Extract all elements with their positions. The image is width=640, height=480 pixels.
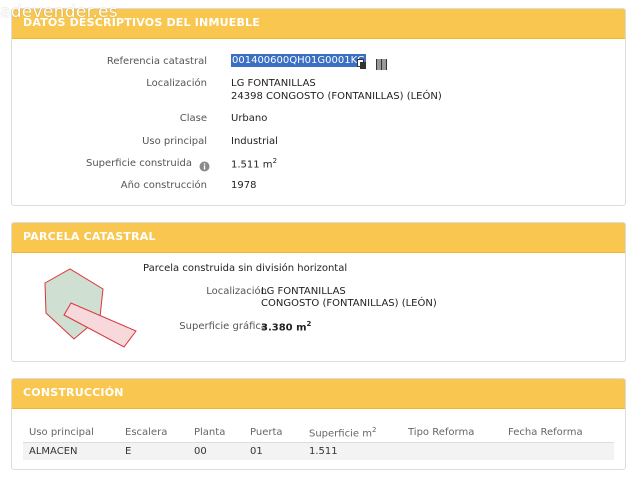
anio-construccion-value: 1978 [231,180,257,191]
cell-escalera: E [119,442,188,460]
col-uso-principal: Uso principal [23,423,119,443]
construccion-header-row: Uso principal Escalera Planta Puerta Sup… [23,423,614,443]
cell-superficie: 1.511 [303,442,402,460]
parcela-localizacion-line1: LG FONTANILLAS [261,286,346,297]
cell-tipo-reforma [402,442,502,460]
cell-fecha-reforma [502,442,614,460]
cell-planta: 00 [188,442,244,460]
col-escalera: Escalera [119,423,188,443]
parcela-catastral-title: PARCELA CATASTRAL [12,223,625,253]
info-icon[interactable] [199,157,210,172]
superficie-grafica-unit-sup: 2 [306,320,312,328]
construccion-title: CONSTRUCCIÓN [12,379,625,409]
localizacion-label: Localización [146,78,207,89]
parcela-localizacion-label: Localización [206,286,267,297]
barcode-icon[interactable] [376,55,387,70]
parcela-catastral-panel: PARCELA CATASTRAL Parcela construida sin… [11,222,626,362]
construccion-panel: CONSTRUCCIÓN Uso principal Escalera Plan… [11,378,626,470]
superficie-construida-number: 1.511 m [231,159,273,171]
clase-value: Urbano [231,113,268,124]
localizacion-line1: LG FONTANILLAS [231,78,316,89]
construccion-table: Uso principal Escalera Planta Puerta Sup… [23,423,614,460]
col-superficie: Superficie m2 [303,423,402,443]
col-fecha-reforma: Fecha Reforma [502,423,614,443]
col-superficie-sup: 2 [371,425,377,434]
copy-icon[interactable] [357,55,367,69]
datos-descriptivos-panel: DATOS DESCRIPTIVOS DEL INMUEBLE Referenc… [11,8,626,206]
parcel-map[interactable] [40,265,140,349]
cell-puerta: 01 [244,442,303,460]
watermark: adevender.es [0,2,118,22]
parcela-localizacion-line2: CONGOSTO (FONTANILLAS) (LEÓN) [261,298,437,309]
superficie-grafica-number: 3.380 m [261,322,307,334]
parcela-descripcion: Parcela construida sin división horizont… [143,263,348,274]
superficie-construida-unit-sup: 2 [272,157,278,165]
clase-label: Clase [179,113,207,124]
superficie-grafica-label: Superficie gráfica [179,321,267,332]
col-tipo-reforma: Tipo Reforma [402,423,502,443]
uso-principal-value: Industrial [231,136,278,147]
referencia-value[interactable]: 001400600QH01G0001KG [231,54,366,67]
superficie-construida-label: Superficie construida [86,158,192,169]
table-row: ALMACEN E 00 01 1.511 [23,442,614,460]
anio-construccion-label: Año construcción [120,180,207,191]
col-puerta: Puerta [244,423,303,443]
cell-uso-principal: ALMACEN [23,442,119,460]
localizacion-line2: 24398 CONGOSTO (FONTANILLAS) (LEÓN) [231,91,442,102]
superficie-construida-value: 1.511 m2 [231,157,277,170]
superficie-grafica-value: 3.380 m2 [261,320,311,333]
col-planta: Planta [188,423,244,443]
uso-principal-label: Uso principal [142,136,207,147]
referencia-selected-text[interactable]: 001400600QH01G0001KG [231,54,366,67]
referencia-label: Referencia catastral [106,56,207,67]
col-superficie-label: Superficie m [309,428,372,440]
